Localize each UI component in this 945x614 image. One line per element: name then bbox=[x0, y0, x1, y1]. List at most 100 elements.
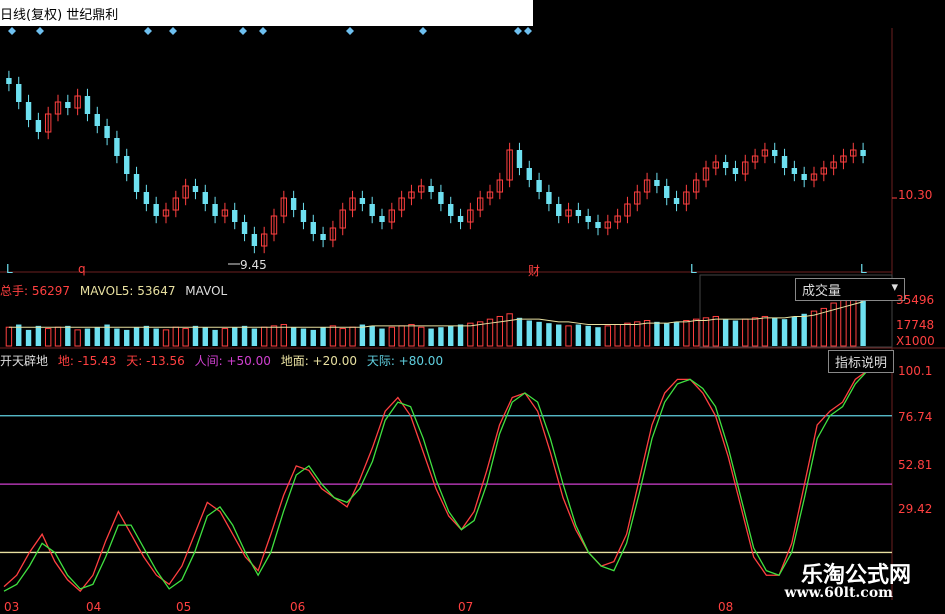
candle-body-11 bbox=[114, 138, 120, 156]
volume-bar-36 bbox=[359, 324, 366, 346]
volume-bar-45 bbox=[448, 325, 454, 346]
candle-body-21 bbox=[212, 204, 218, 216]
marker-l-right: L bbox=[860, 262, 867, 276]
volume-bar-13 bbox=[133, 327, 140, 346]
volume-axis-label-mid: 17748 bbox=[896, 318, 935, 332]
candle-body-12 bbox=[124, 156, 130, 174]
indicator-line-di: 地: -15.43 bbox=[57, 354, 117, 368]
x-axis-label-07: 07 bbox=[458, 600, 474, 614]
indicator-help-button[interactable]: 指标说明 bbox=[828, 350, 895, 373]
volume-bar-40 bbox=[398, 325, 405, 347]
indicator-axis-label-76: 76.74 bbox=[898, 410, 933, 424]
candle-body-52 bbox=[516, 150, 523, 168]
volume-bar-61 bbox=[604, 325, 612, 347]
top-marker-diamond-6 bbox=[346, 27, 354, 35]
indicator-line-tianji: 天际: +80.00 bbox=[366, 354, 444, 368]
candle-body-29 bbox=[290, 198, 297, 210]
volume-bar-17 bbox=[172, 326, 180, 347]
candle-body-6 bbox=[65, 102, 71, 108]
volume-bar-34 bbox=[339, 328, 346, 347]
volume-bar-26 bbox=[260, 326, 268, 347]
candle-body-24 bbox=[241, 222, 248, 234]
volume-bar-5 bbox=[54, 326, 62, 347]
volume-bar-25 bbox=[251, 328, 258, 346]
indicator-legend: 开天辟地 地: -15.43 天: -13.56 人间: +50.00 地面: … bbox=[0, 352, 449, 369]
volume-bar-57 bbox=[565, 325, 572, 347]
candle-body-10 bbox=[104, 126, 110, 138]
volume-bar-50 bbox=[496, 315, 504, 347]
candle-body-1 bbox=[16, 84, 22, 102]
top-marker-diamond-9 bbox=[524, 27, 532, 35]
x-axis-label-05: 05 bbox=[176, 600, 192, 614]
volume-axis-label-top: 35496 bbox=[896, 293, 935, 307]
volume-bar-81 bbox=[801, 313, 807, 346]
candle-body-36 bbox=[359, 198, 366, 204]
top-marker-diamond-3 bbox=[169, 27, 177, 35]
volume-bar-3 bbox=[35, 325, 42, 346]
volume-bar-31 bbox=[310, 329, 316, 346]
candle-body-14 bbox=[143, 192, 150, 204]
x-axis-label-03: 03 bbox=[4, 600, 20, 614]
candle-body-58 bbox=[575, 210, 582, 216]
volume-bar-16 bbox=[162, 329, 170, 347]
candle-body-73 bbox=[722, 162, 729, 168]
volume-axis-label-unit: X1000 bbox=[896, 334, 935, 348]
volume-bar-87 bbox=[860, 299, 866, 346]
volume-bar-51 bbox=[506, 313, 513, 347]
candle-body-38 bbox=[379, 216, 385, 222]
indicator-series-1 bbox=[3, 369, 869, 592]
indicator-select-label: 成交量 bbox=[802, 284, 842, 299]
volume-bar-32 bbox=[320, 327, 326, 346]
watermark-url: www.60lt.com bbox=[784, 585, 893, 601]
candle-body-19 bbox=[192, 186, 199, 192]
top-marker-diamond-5 bbox=[259, 27, 267, 35]
volume-bar-23 bbox=[232, 327, 238, 346]
indicator-select-dropdown[interactable]: 成交量 ▾ bbox=[795, 278, 905, 301]
volume-bar-22 bbox=[221, 328, 229, 347]
volume-bar-60 bbox=[595, 327, 601, 346]
indicator-line-renjian: 人间: +50.00 bbox=[194, 354, 271, 368]
indicator-name: 开天辟地 bbox=[0, 354, 49, 368]
volume-bar-20 bbox=[202, 327, 208, 346]
volume-bar-10 bbox=[104, 324, 110, 346]
marker-q: q bbox=[78, 262, 86, 276]
volume-bar-80 bbox=[791, 316, 798, 346]
volume-bar-37 bbox=[369, 325, 375, 346]
mavol-label: MAVOL bbox=[185, 284, 228, 298]
candle-body-31 bbox=[310, 222, 316, 234]
volume-bar-62 bbox=[614, 324, 621, 347]
volume-bar-41 bbox=[408, 324, 415, 347]
candle-body-46 bbox=[457, 216, 464, 222]
top-marker-diamond-0 bbox=[8, 27, 16, 35]
volume-bar-79 bbox=[781, 319, 788, 346]
volume-bar-39 bbox=[388, 326, 396, 347]
candle-body-87 bbox=[860, 150, 866, 156]
candle-body-56 bbox=[556, 204, 562, 216]
volume-bar-47 bbox=[467, 322, 474, 347]
volume-bar-52 bbox=[516, 317, 523, 346]
candle-body-78 bbox=[772, 150, 778, 156]
volume-bar-66 bbox=[654, 321, 660, 346]
volume-bar-70 bbox=[692, 318, 700, 347]
volume-bar-42 bbox=[418, 326, 425, 347]
volume-bar-11 bbox=[114, 328, 120, 346]
candle-body-9 bbox=[94, 114, 100, 126]
volume-bar-29 bbox=[290, 327, 297, 346]
volume-bar-4 bbox=[44, 328, 52, 347]
volume-bar-73 bbox=[722, 319, 729, 346]
volume-bar-43 bbox=[428, 328, 434, 346]
volume-bar-54 bbox=[536, 321, 542, 346]
volume-bar-21 bbox=[212, 329, 218, 346]
top-marker-diamond-8 bbox=[514, 27, 522, 35]
candle-body-68 bbox=[673, 198, 680, 204]
candle-body-66 bbox=[654, 180, 660, 186]
volume-bar-7 bbox=[74, 329, 81, 347]
volume-bar-48 bbox=[476, 321, 484, 347]
indicator-axis-label-100: 100.1 bbox=[898, 364, 933, 378]
volume-bar-67 bbox=[664, 323, 670, 346]
candle-body-8 bbox=[84, 96, 91, 114]
volume-bar-24 bbox=[241, 325, 248, 346]
volume-bar-15 bbox=[153, 328, 159, 346]
candle-body-81 bbox=[801, 174, 807, 180]
candle-body-74 bbox=[732, 168, 739, 174]
